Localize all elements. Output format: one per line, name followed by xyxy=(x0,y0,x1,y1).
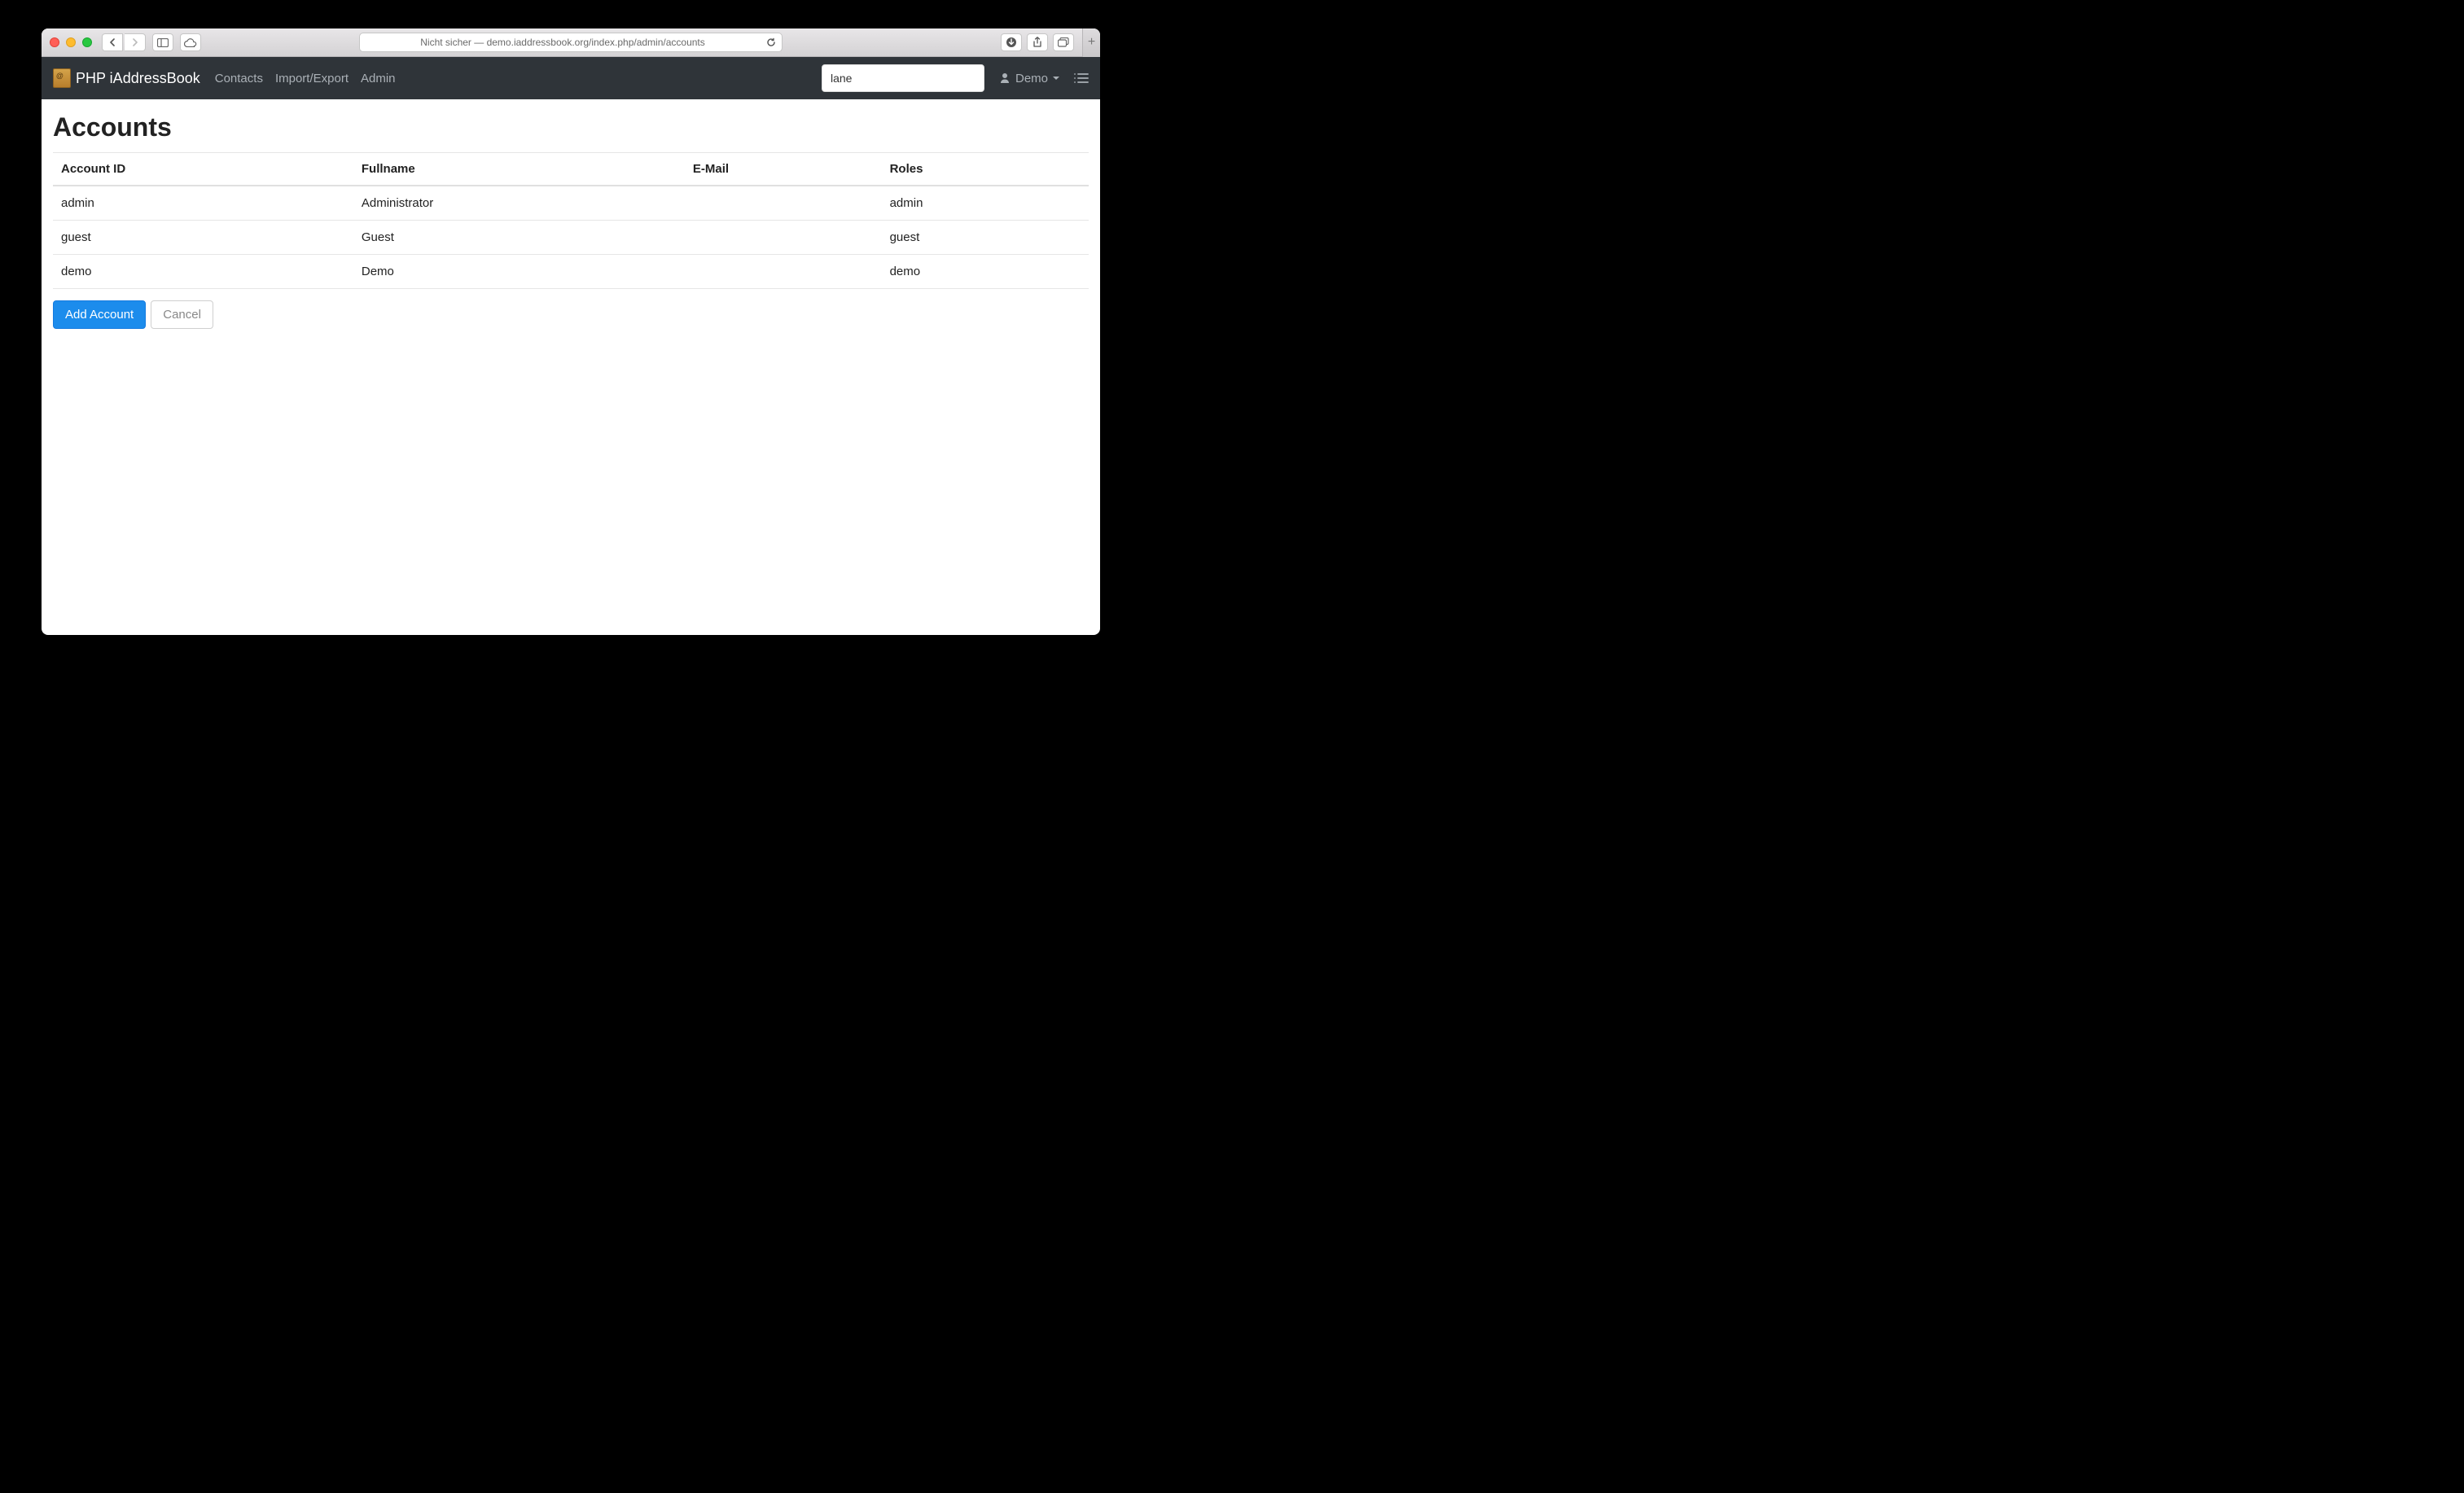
back-button[interactable] xyxy=(102,33,123,51)
browser-window: Nicht sicher — demo.iaddressbook.org/ind… xyxy=(42,28,1100,635)
reload-icon[interactable] xyxy=(765,37,777,48)
maximize-window-button[interactable] xyxy=(82,37,92,47)
forward-button[interactable] xyxy=(125,33,146,51)
close-window-button[interactable] xyxy=(50,37,59,47)
user-label: Demo xyxy=(1015,72,1048,85)
nav-link-admin[interactable]: Admin xyxy=(361,72,396,85)
table-header-row: Account ID Fullname E-Mail Roles xyxy=(53,153,1089,186)
app-navbar: PHP iAddressBook Contacts Import/Export … xyxy=(42,57,1100,99)
col-account-id: Account ID xyxy=(53,153,353,186)
content: Accounts Account ID Fullname E-Mail Role… xyxy=(42,99,1100,342)
brand[interactable]: PHP iAddressBook xyxy=(53,68,200,88)
cell-account-id: admin xyxy=(53,186,353,221)
cell-fullname: Guest xyxy=(353,221,685,255)
list-view-button[interactable] xyxy=(1074,72,1089,84)
cell-roles: guest xyxy=(882,221,1089,255)
new-tab-button[interactable]: + xyxy=(1082,28,1100,57)
cell-fullname: Demo xyxy=(353,255,685,289)
nav-link-import-export[interactable]: Import/Export xyxy=(275,72,349,85)
icloud-tabs-button[interactable] xyxy=(180,33,201,51)
button-row: Add Account Cancel xyxy=(53,300,1089,329)
accounts-table: Account ID Fullname E-Mail Roles admin A… xyxy=(53,152,1089,289)
nav-link-contacts[interactable]: Contacts xyxy=(215,72,263,85)
url-text: Nicht sicher — demo.iaddressbook.org/ind… xyxy=(420,37,705,48)
traffic-lights xyxy=(50,37,92,47)
add-account-button[interactable]: Add Account xyxy=(53,300,146,329)
downloads-button[interactable] xyxy=(1001,33,1022,51)
col-fullname: Fullname xyxy=(353,153,685,186)
navbar-right: Demo xyxy=(822,64,1089,92)
table-row[interactable]: guest Guest guest xyxy=(53,221,1089,255)
chrome-right: + xyxy=(1001,28,1092,57)
browser-chrome: Nicht sicher — demo.iaddressbook.org/ind… xyxy=(42,28,1100,57)
search-input[interactable] xyxy=(822,64,984,92)
minimize-window-button[interactable] xyxy=(66,37,76,47)
caret-down-icon xyxy=(1053,77,1059,80)
sidebar-toggle-button[interactable] xyxy=(152,33,173,51)
table-row[interactable]: demo Demo demo xyxy=(53,255,1089,289)
cell-roles: admin xyxy=(882,186,1089,221)
user-menu[interactable]: Demo xyxy=(999,72,1059,85)
cell-account-id: demo xyxy=(53,255,353,289)
cell-email xyxy=(685,255,882,289)
cell-email xyxy=(685,221,882,255)
url-bar[interactable]: Nicht sicher — demo.iaddressbook.org/ind… xyxy=(359,33,783,52)
cancel-button[interactable]: Cancel xyxy=(151,300,213,329)
cell-fullname: Administrator xyxy=(353,186,685,221)
page: PHP iAddressBook Contacts Import/Export … xyxy=(42,57,1100,635)
nav-buttons xyxy=(102,33,146,51)
table-row[interactable]: admin Administrator admin xyxy=(53,186,1089,221)
col-roles: Roles xyxy=(882,153,1089,186)
share-button[interactable] xyxy=(1027,33,1048,51)
page-title: Accounts xyxy=(53,112,1089,142)
show-tabs-button[interactable] xyxy=(1053,33,1074,51)
user-icon xyxy=(999,72,1011,84)
col-email: E-Mail xyxy=(685,153,882,186)
cell-roles: demo xyxy=(882,255,1089,289)
book-icon xyxy=(53,68,71,88)
cell-account-id: guest xyxy=(53,221,353,255)
cell-email xyxy=(685,186,882,221)
brand-label: PHP iAddressBook xyxy=(76,70,200,87)
